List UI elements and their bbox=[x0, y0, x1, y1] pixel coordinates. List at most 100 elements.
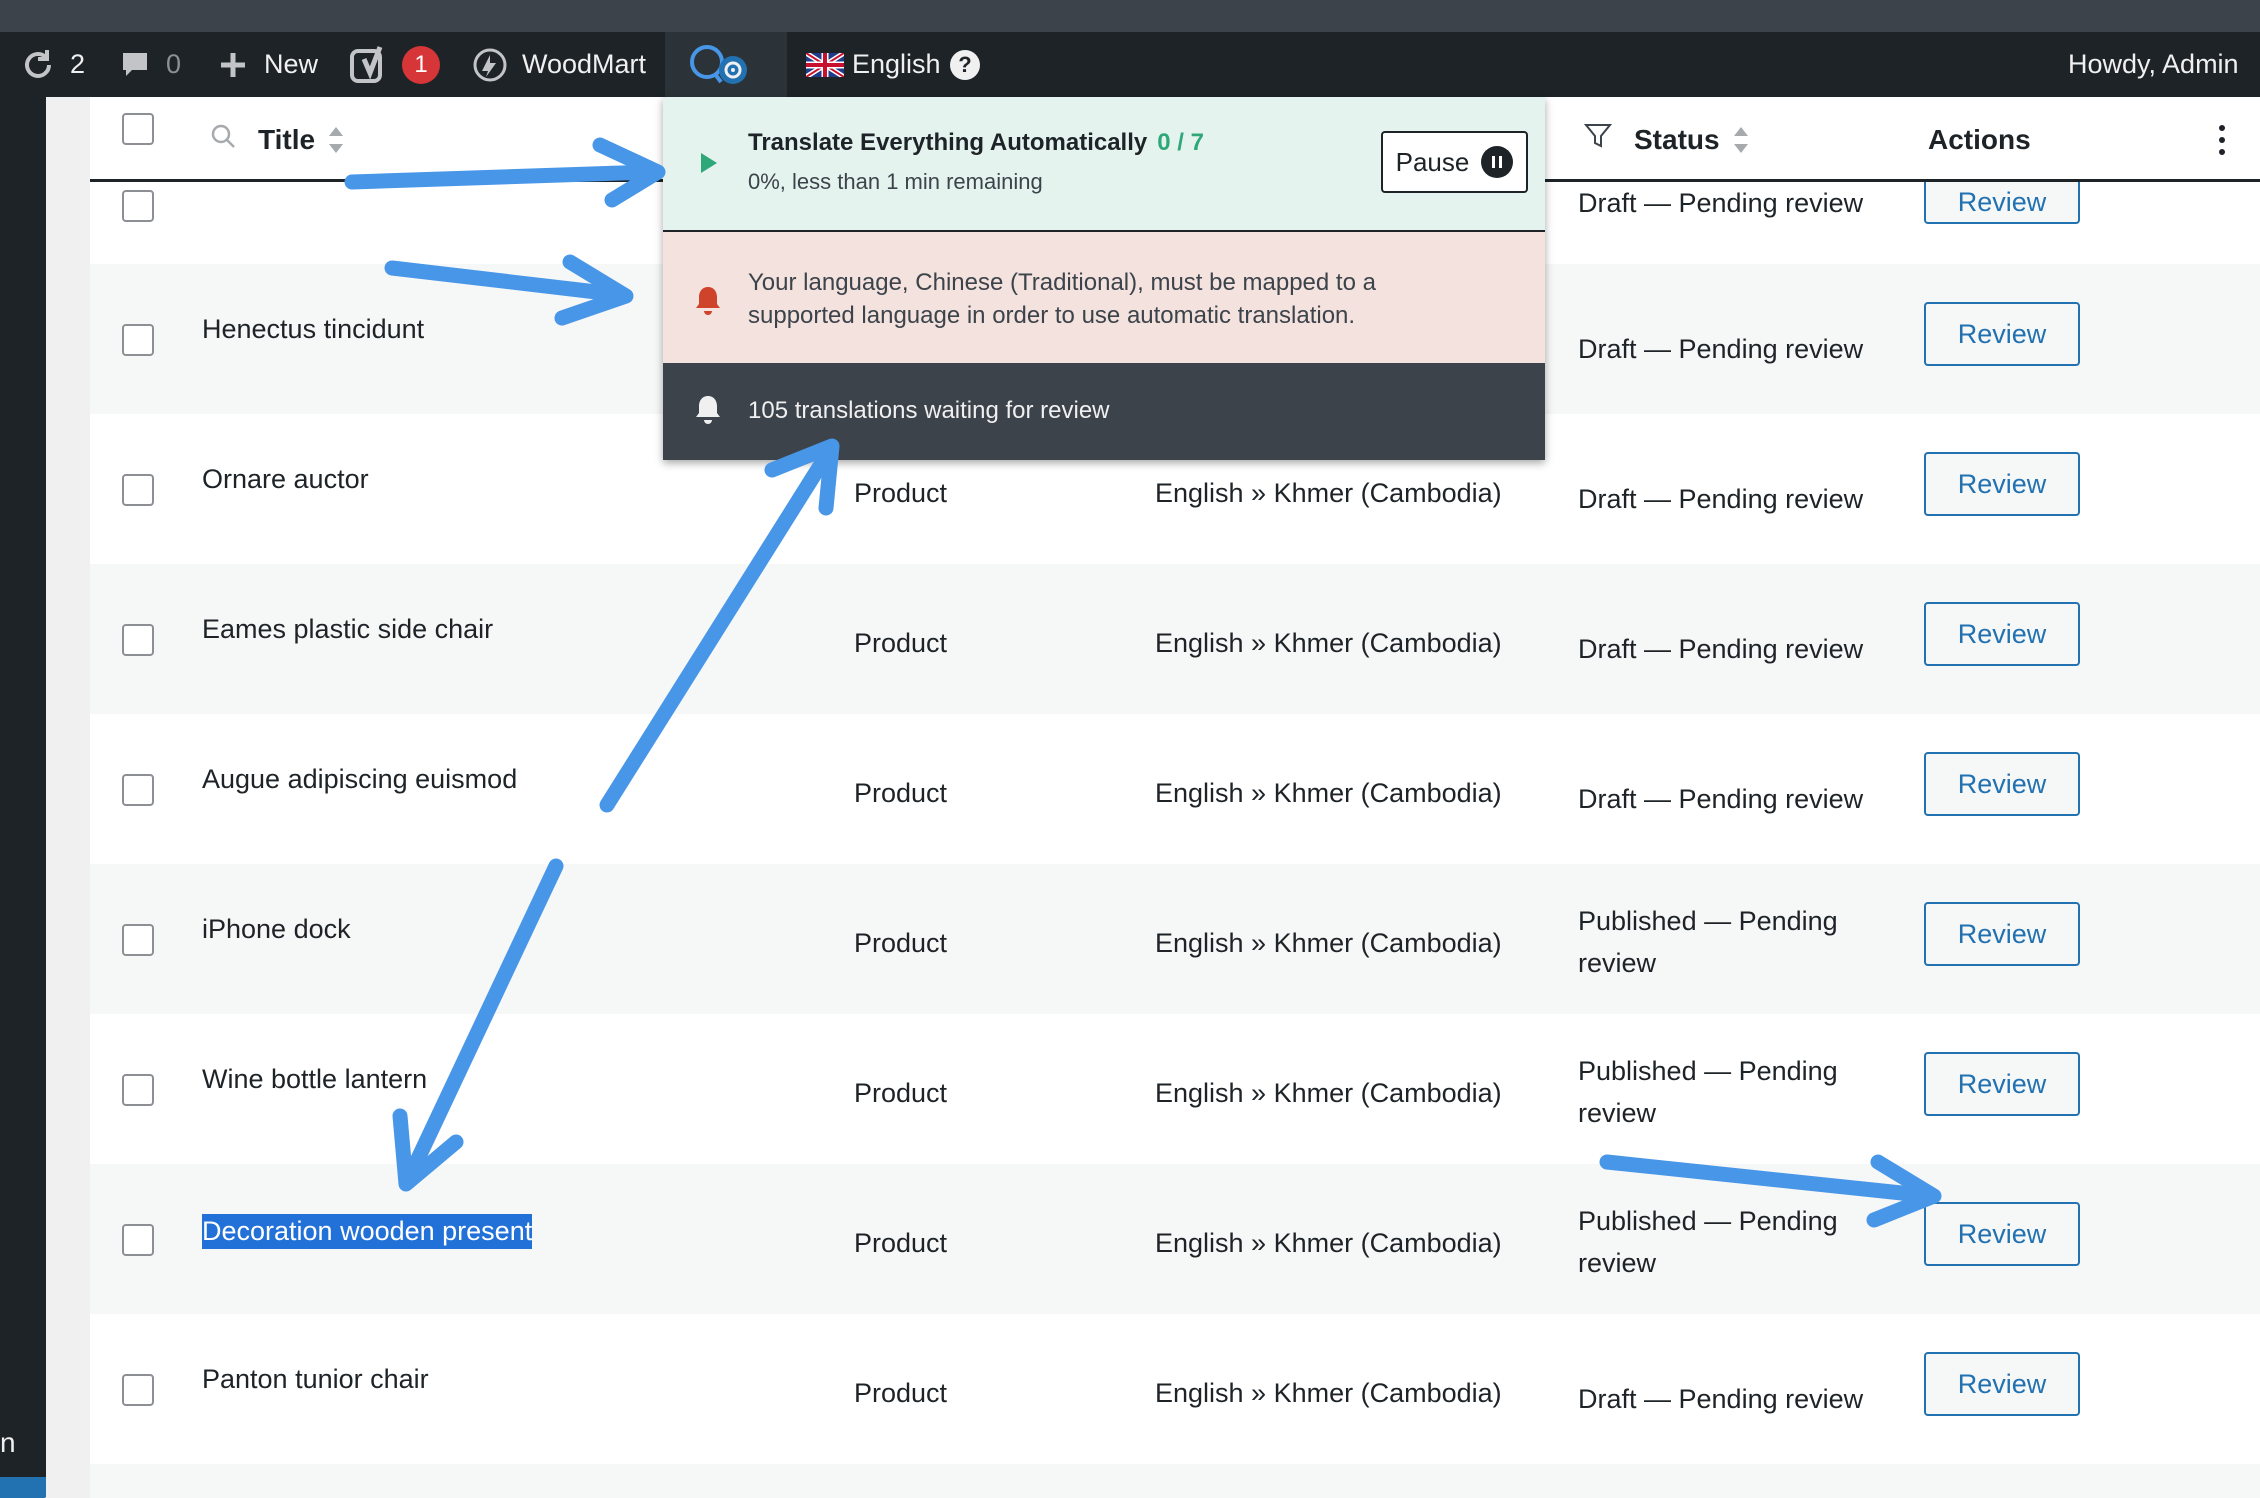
row-type: Product bbox=[854, 1078, 948, 1108]
new-content-item[interactable]: New bbox=[218, 32, 318, 97]
row-status: Draft — Pending review bbox=[1578, 1384, 1864, 1414]
review-button[interactable]: Review bbox=[1924, 902, 2080, 966]
review-button[interactable]: Review bbox=[1924, 1352, 2080, 1416]
select-all-checkbox[interactable] bbox=[122, 113, 154, 145]
row-checkbox[interactable] bbox=[122, 474, 154, 506]
table-row bbox=[90, 1464, 2260, 1498]
row-title[interactable]: Henectus tincidunt bbox=[202, 314, 424, 345]
row-checkbox[interactable] bbox=[122, 624, 154, 656]
svg-text:?: ? bbox=[958, 52, 971, 77]
table-row: Panton tunior chair Product English » Kh… bbox=[90, 1314, 2260, 1464]
row-status: Draft — Pending review bbox=[1578, 784, 1864, 814]
new-label: New bbox=[264, 49, 319, 79]
account-greeting[interactable]: Howdy, Admin bbox=[2068, 32, 2239, 97]
title-column-header[interactable]: Title bbox=[210, 97, 344, 182]
table-row: Eames plastic side chair Product English… bbox=[90, 564, 2260, 714]
auto-translate-count: 0 / 7 bbox=[1157, 129, 1204, 156]
actions-header-label: Actions bbox=[1928, 123, 2031, 155]
row-language: English » Khmer (Cambodia) bbox=[1155, 1378, 1502, 1408]
review-button[interactable]: Review bbox=[1924, 302, 2080, 366]
row-language: English » Khmer (Cambodia) bbox=[1155, 928, 1502, 958]
filter-icon[interactable] bbox=[1583, 122, 1613, 157]
row-status: Published — Pending review bbox=[1578, 906, 1838, 978]
more-icon[interactable] bbox=[2218, 97, 2226, 182]
auto-translate-progress: 0%, less than 1 min remaining bbox=[748, 169, 1043, 194]
collapse-menu-button[interactable] bbox=[0, 1477, 46, 1498]
row-title[interactable]: Panton tunior chair bbox=[202, 1364, 429, 1395]
wpml-dropdown-panel: Translate Everything Automatically 0 / 7 … bbox=[663, 97, 1545, 460]
yoast-icon bbox=[350, 45, 388, 85]
row-checkbox[interactable] bbox=[122, 324, 154, 356]
row-type: Product bbox=[854, 1228, 948, 1258]
status-column-header[interactable]: Status bbox=[1583, 97, 1748, 182]
site-name-item[interactable]: WoodMart bbox=[472, 32, 646, 97]
auto-translate-title: Translate Everything Automatically 0 / 7 bbox=[748, 129, 1204, 157]
auto-translate-title-text: Translate Everything Automatically bbox=[748, 129, 1148, 156]
language-switcher[interactable]: English ? bbox=[806, 32, 981, 97]
updates-item[interactable]: 2 bbox=[20, 32, 85, 97]
row-type: Product bbox=[854, 628, 948, 658]
row-checkbox[interactable] bbox=[122, 774, 154, 806]
row-checkbox[interactable] bbox=[122, 1074, 154, 1106]
plus-icon bbox=[218, 50, 248, 80]
sort-icon[interactable] bbox=[1733, 126, 1748, 153]
pause-icon bbox=[1481, 146, 1514, 178]
waiting-review-notice[interactable]: 105 translations waiting for review bbox=[663, 363, 1545, 460]
row-language: English » Khmer (Cambodia) bbox=[1155, 628, 1502, 658]
title-header-label: Title bbox=[258, 123, 316, 155]
wpml-menu-item[interactable] bbox=[665, 32, 787, 97]
row-title[interactable]: Wine bottle lantern bbox=[202, 1064, 427, 1095]
review-button[interactable]: Review bbox=[1924, 1202, 2080, 1266]
table-row: Decoration wooden present Product Englis… bbox=[90, 1164, 2260, 1314]
comments-item[interactable]: 0 bbox=[120, 32, 181, 97]
review-button[interactable]: Review bbox=[1924, 752, 2080, 816]
review-button[interactable]: Review bbox=[1924, 182, 2080, 224]
warning-message: Your language, Chinese (Traditional), mu… bbox=[748, 269, 1376, 329]
row-title-selected[interactable]: Decoration wooden present bbox=[202, 1214, 533, 1249]
row-type: Product bbox=[854, 778, 948, 808]
review-button[interactable]: Review bbox=[1924, 452, 2080, 516]
yoast-badge: 1 bbox=[402, 45, 440, 84]
menu-label-fragment[interactable]: n bbox=[0, 1427, 16, 1459]
wpml-icon bbox=[685, 40, 765, 90]
row-status: Draft — Pending review bbox=[1578, 484, 1864, 514]
row-status: Published — Pending review bbox=[1578, 1206, 1838, 1278]
row-checkbox[interactable] bbox=[122, 1374, 154, 1406]
language-label: English bbox=[852, 49, 941, 79]
row-status: Published — Pending review bbox=[1578, 1056, 1838, 1128]
uk-flag-icon bbox=[806, 52, 844, 77]
help-icon[interactable]: ? bbox=[949, 49, 981, 81]
row-checkbox[interactable] bbox=[122, 190, 154, 222]
waiting-message: 105 translations waiting for review bbox=[748, 397, 1110, 424]
status-header-label: Status bbox=[1634, 123, 1720, 155]
row-title[interactable]: iPhone dock bbox=[202, 914, 351, 945]
language-mapping-warning[interactable]: Your language, Chinese (Traditional), mu… bbox=[663, 232, 1545, 363]
admin-menu: n bbox=[0, 97, 46, 1498]
review-button[interactable]: Review bbox=[1924, 602, 2080, 666]
row-status: Draft — Pending review bbox=[1578, 188, 1864, 218]
row-status: Draft — Pending review bbox=[1578, 334, 1864, 364]
play-icon bbox=[701, 153, 717, 173]
bell-icon bbox=[693, 393, 723, 432]
row-checkbox[interactable] bbox=[122, 1224, 154, 1256]
pause-button[interactable]: Pause bbox=[1381, 131, 1528, 193]
row-title[interactable]: Augue adipiscing euismod bbox=[202, 764, 517, 795]
updates-count: 2 bbox=[70, 49, 86, 79]
bell-icon bbox=[693, 284, 723, 323]
yoast-item[interactable]: 1 bbox=[350, 32, 440, 97]
browser-strip bbox=[0, 0, 2260, 32]
row-language: English » Khmer (Cambodia) bbox=[1155, 778, 1502, 808]
row-title[interactable]: Ornare auctor bbox=[202, 464, 369, 495]
row-type: Product bbox=[854, 1378, 948, 1408]
sort-icon[interactable] bbox=[329, 126, 344, 153]
review-button[interactable]: Review bbox=[1924, 1052, 2080, 1116]
search-icon[interactable] bbox=[210, 123, 236, 156]
row-checkbox[interactable] bbox=[122, 924, 154, 956]
comments-count: 0 bbox=[166, 49, 182, 79]
row-title[interactable]: Eames plastic side chair bbox=[202, 614, 493, 645]
table-row: Augue adipiscing euismod Product English… bbox=[90, 714, 2260, 864]
row-type: Product bbox=[854, 928, 948, 958]
woodmart-icon bbox=[472, 47, 508, 83]
site-name: WoodMart bbox=[522, 49, 647, 79]
admin-bar: 2 0 New 1 WoodMart English ? Howdy, Admi… bbox=[0, 32, 2260, 97]
